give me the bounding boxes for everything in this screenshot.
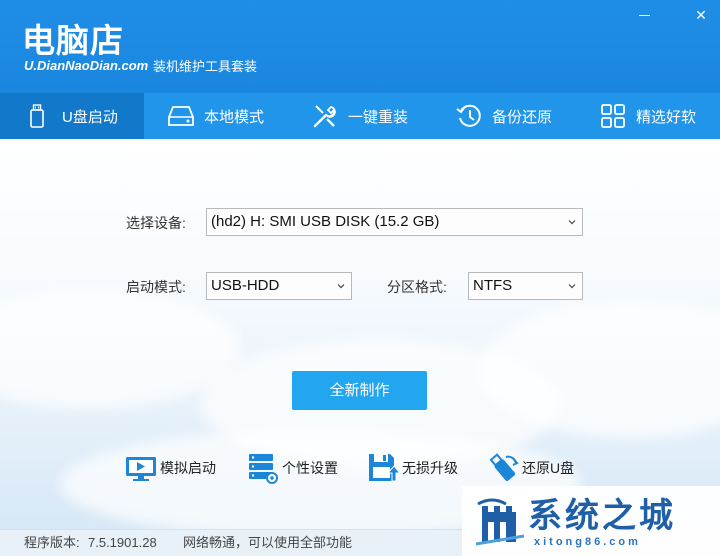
usb-restore-icon bbox=[489, 453, 519, 481]
boot-mode-label: 启动模式: bbox=[126, 279, 186, 295]
history-icon bbox=[456, 103, 482, 129]
chevron-down-icon bbox=[337, 284, 345, 289]
lossless-upgrade-button[interactable]: 无损升级 bbox=[366, 451, 458, 485]
restore-usb-button[interactable]: 还原U盘 bbox=[486, 451, 574, 485]
tool-label: 个性设置 bbox=[282, 460, 338, 476]
tool-label: 无损升级 bbox=[402, 460, 458, 476]
boot-mode-select[interactable]: USB-HDD bbox=[206, 272, 352, 300]
device-label: 选择设备: bbox=[126, 215, 186, 231]
close-button[interactable]: ✕ bbox=[688, 4, 714, 26]
app-tagline: 装机维护工具套装 bbox=[153, 59, 258, 74]
main-tabs: U盘启动 本地模式 一键重装 备份还原 精选好软 bbox=[0, 93, 720, 139]
tab-label: 一键重装 bbox=[348, 108, 409, 126]
app-grid-icon bbox=[600, 103, 626, 129]
tool-label: 还原U盘 bbox=[522, 460, 575, 476]
watermark: 系统之城 xitong86.com bbox=[462, 486, 720, 556]
tab-label: U盘启动 bbox=[62, 108, 118, 126]
partition-format-label: 分区格式: bbox=[387, 279, 447, 295]
castle-logo-icon bbox=[475, 498, 525, 546]
upgrade-disk-icon bbox=[369, 454, 400, 482]
watermark-title: 系统之城 bbox=[528, 496, 676, 536]
tools-icon bbox=[312, 103, 338, 129]
partition-format-select-value: NTFS bbox=[473, 277, 513, 294]
network-status: 网络畅通，可以使用全部功能 bbox=[183, 535, 353, 550]
boot-mode-select-value: USB-HDD bbox=[211, 277, 280, 294]
tab-label: 本地模式 bbox=[204, 108, 265, 126]
tab-usb-boot[interactable]: U盘启动 bbox=[0, 93, 144, 139]
partition-format-select[interactable]: NTFS bbox=[468, 272, 583, 300]
chevron-down-icon bbox=[568, 220, 576, 225]
tab-label: 精选好软 bbox=[636, 108, 697, 126]
tab-selected-software[interactable]: 精选好软 bbox=[576, 93, 720, 139]
device-select-value: (hd2) H: SMI USB DISK (15.2 GB) bbox=[211, 213, 440, 230]
server-settings-icon bbox=[249, 454, 278, 484]
version-value: 7.5.1901.28 bbox=[88, 535, 157, 550]
main-panel: 选择设备: (hd2) H: SMI USB DISK (15.2 GB) 启动… bbox=[0, 139, 720, 529]
app-logo-domain: U.DianNaoDian.com bbox=[24, 58, 149, 73]
chevron-down-icon bbox=[568, 284, 576, 289]
watermark-url: xitong86.com bbox=[534, 536, 641, 548]
device-select[interactable]: (hd2) H: SMI USB DISK (15.2 GB) bbox=[206, 208, 583, 236]
version-label: 程序版本: bbox=[24, 535, 80, 550]
usb-drive-icon bbox=[24, 103, 50, 129]
personal-settings-button[interactable]: 个性设置 bbox=[246, 451, 338, 485]
hard-disk-icon bbox=[168, 103, 194, 129]
simulate-boot-button[interactable]: 模拟启动 bbox=[124, 451, 216, 485]
tab-backup-restore[interactable]: 备份还原 bbox=[432, 93, 576, 139]
tab-one-click-reinstall[interactable]: 一键重装 bbox=[288, 93, 432, 139]
minimize-icon bbox=[639, 15, 650, 16]
tool-label: 模拟启动 bbox=[160, 460, 216, 476]
create-new-button[interactable]: 全新制作 bbox=[292, 371, 427, 410]
monitor-icon bbox=[126, 457, 156, 481]
minimize-button[interactable] bbox=[632, 4, 658, 26]
tab-label: 备份还原 bbox=[492, 108, 553, 126]
app-logo: 电脑店 bbox=[22, 21, 124, 60]
tab-local-mode[interactable]: 本地模式 bbox=[144, 93, 288, 139]
title-bar: 电脑店 U.DianNaoDian.com 装机维护工具套装 ✕ bbox=[0, 0, 720, 93]
